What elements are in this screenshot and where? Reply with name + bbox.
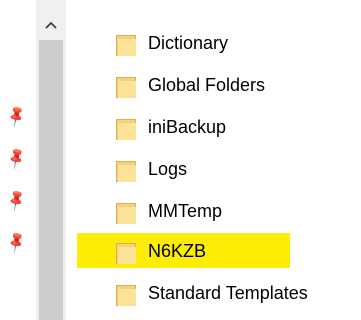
folder-label: MMTemp — [148, 201, 223, 221]
folder-item[interactable]: iniBackup — [116, 112, 226, 142]
pin-icon[interactable]: 📌 — [4, 188, 29, 213]
folder-icon — [116, 30, 136, 56]
folder-label: N6KZB — [148, 241, 207, 261]
folder-icon — [116, 198, 136, 224]
quick-access-pins: 📌 📌 📌 📌 — [0, 0, 36, 320]
folder-item[interactable]: Global Folders — [116, 70, 265, 100]
folder-icon — [116, 72, 136, 98]
folder-label: Standard Templates — [148, 283, 308, 303]
folder-item[interactable]: MMTemp — [116, 196, 222, 226]
folder-label: Logs — [148, 159, 188, 179]
pin-icon[interactable]: 📌 — [4, 146, 29, 171]
scroll-up-button[interactable] — [36, 12, 66, 38]
folder-icon — [116, 114, 136, 140]
folder-item-selected[interactable]: N6KZB — [116, 236, 206, 266]
pin-icon[interactable]: 📌 — [4, 230, 29, 255]
folder-icon — [116, 156, 136, 182]
folder-item[interactable]: Standard Templates — [116, 278, 308, 308]
folder-label: iniBackup — [148, 117, 227, 137]
folder-icon — [116, 238, 136, 264]
folder-icon — [116, 280, 136, 306]
folder-item[interactable]: Dictionary — [116, 28, 228, 58]
chevron-up-icon — [45, 21, 57, 29]
folder-label: Global Folders — [148, 75, 266, 95]
folder-label: Dictionary — [148, 33, 229, 53]
scrollbar-thumb[interactable] — [39, 40, 63, 320]
vertical-scrollbar[interactable] — [36, 0, 66, 320]
pin-icon[interactable]: 📌 — [4, 104, 29, 129]
folder-item[interactable]: Logs — [116, 154, 187, 184]
